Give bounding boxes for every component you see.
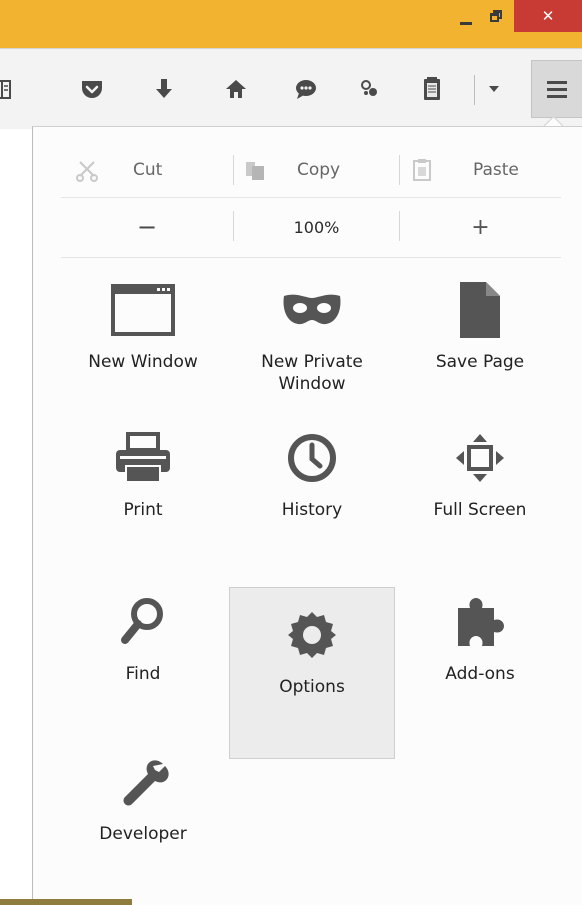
cut-button[interactable]: Cut (75, 147, 245, 193)
zoom-in-label: + (471, 214, 490, 240)
gear-icon (286, 600, 338, 670)
zoom-in-button[interactable]: + (400, 205, 561, 249)
download-icon[interactable] (148, 73, 180, 105)
save-page-label: Save Page (435, 352, 525, 372)
chat-icon[interactable] (290, 73, 322, 105)
developer-button[interactable]: Developer (60, 747, 226, 887)
print-label: Print (123, 500, 163, 520)
find-button[interactable]: Find (60, 587, 226, 727)
extension-icon[interactable] (354, 73, 386, 105)
zoom-row-separator (61, 257, 561, 258)
puzzle-icon (452, 587, 508, 657)
fullscreen-arrows-icon (454, 423, 506, 493)
history-label: History (281, 500, 343, 520)
full-screen-button[interactable]: Full Screen (397, 423, 563, 563)
restore-icon (490, 10, 502, 22)
copy-icon (246, 162, 264, 180)
zoom-out-button[interactable]: − (61, 205, 233, 249)
new-private-window-label: New Private Window (261, 352, 363, 394)
cut-label: Cut (133, 160, 163, 180)
options-button[interactable]: Options (229, 587, 395, 759)
dropdown-arrow-icon[interactable] (478, 73, 510, 105)
edit-row-separator (61, 197, 561, 198)
developer-label: Developer (99, 824, 187, 844)
wrench-icon (117, 747, 169, 817)
full-screen-label: Full Screen (433, 500, 527, 520)
new-private-window-button[interactable]: New Private Window (229, 275, 395, 415)
print-button[interactable]: Print (60, 423, 226, 563)
save-page-button[interactable]: Save Page (397, 275, 563, 415)
hamburger-menu-icon (547, 81, 567, 98)
title-bar: ✕ (0, 0, 582, 48)
find-label: Find (125, 664, 161, 684)
reader-icon[interactable] (0, 73, 18, 105)
new-window-button[interactable]: New Window (60, 275, 226, 415)
window-icon (111, 275, 175, 345)
add-ons-button[interactable]: Add-ons (397, 587, 563, 727)
mask-icon (280, 275, 344, 345)
close-button[interactable]: ✕ (514, 0, 582, 32)
add-ons-label: Add-ons (445, 664, 515, 684)
browser-window: ✕ Cut Copy Paste − 100% + New Window New… (0, 0, 582, 905)
printer-icon (114, 423, 172, 493)
home-icon[interactable] (220, 73, 252, 105)
taskbar-edge (0, 899, 132, 905)
clipboard-icon[interactable] (416, 73, 448, 105)
zoom-out-label: − (136, 213, 158, 241)
paste-label: Paste (473, 160, 519, 180)
history-button[interactable]: History (229, 423, 395, 563)
minimize-icon (460, 21, 472, 25)
minimize-button[interactable] (452, 0, 480, 32)
paste-button[interactable]: Paste (411, 147, 561, 193)
toolbar (0, 48, 582, 129)
close-icon: ✕ (541, 7, 555, 25)
restore-button[interactable] (482, 0, 510, 32)
zoom-value: 100% (293, 217, 340, 237)
menu-panel: Cut Copy Paste − 100% + New Window New P… (32, 126, 582, 905)
new-window-label: New Window (88, 352, 198, 372)
pocket-icon[interactable] (76, 73, 108, 105)
paste-icon (413, 159, 431, 181)
options-label: Options (279, 677, 345, 697)
edit-divider (399, 155, 400, 185)
edit-controls: Cut Copy Paste (61, 147, 561, 193)
copy-button[interactable]: Copy (243, 147, 401, 193)
clock-icon (286, 423, 338, 493)
zoom-reset-button[interactable]: 100% (234, 205, 399, 249)
edit-divider (233, 155, 234, 185)
scissors-icon (76, 161, 98, 182)
open-menu-button[interactable] (531, 60, 582, 118)
magnifier-icon (119, 587, 167, 657)
toolbar-separator (474, 75, 475, 105)
copy-label: Copy (297, 160, 341, 180)
page-icon (458, 275, 502, 345)
zoom-controls: − 100% + (61, 205, 561, 249)
